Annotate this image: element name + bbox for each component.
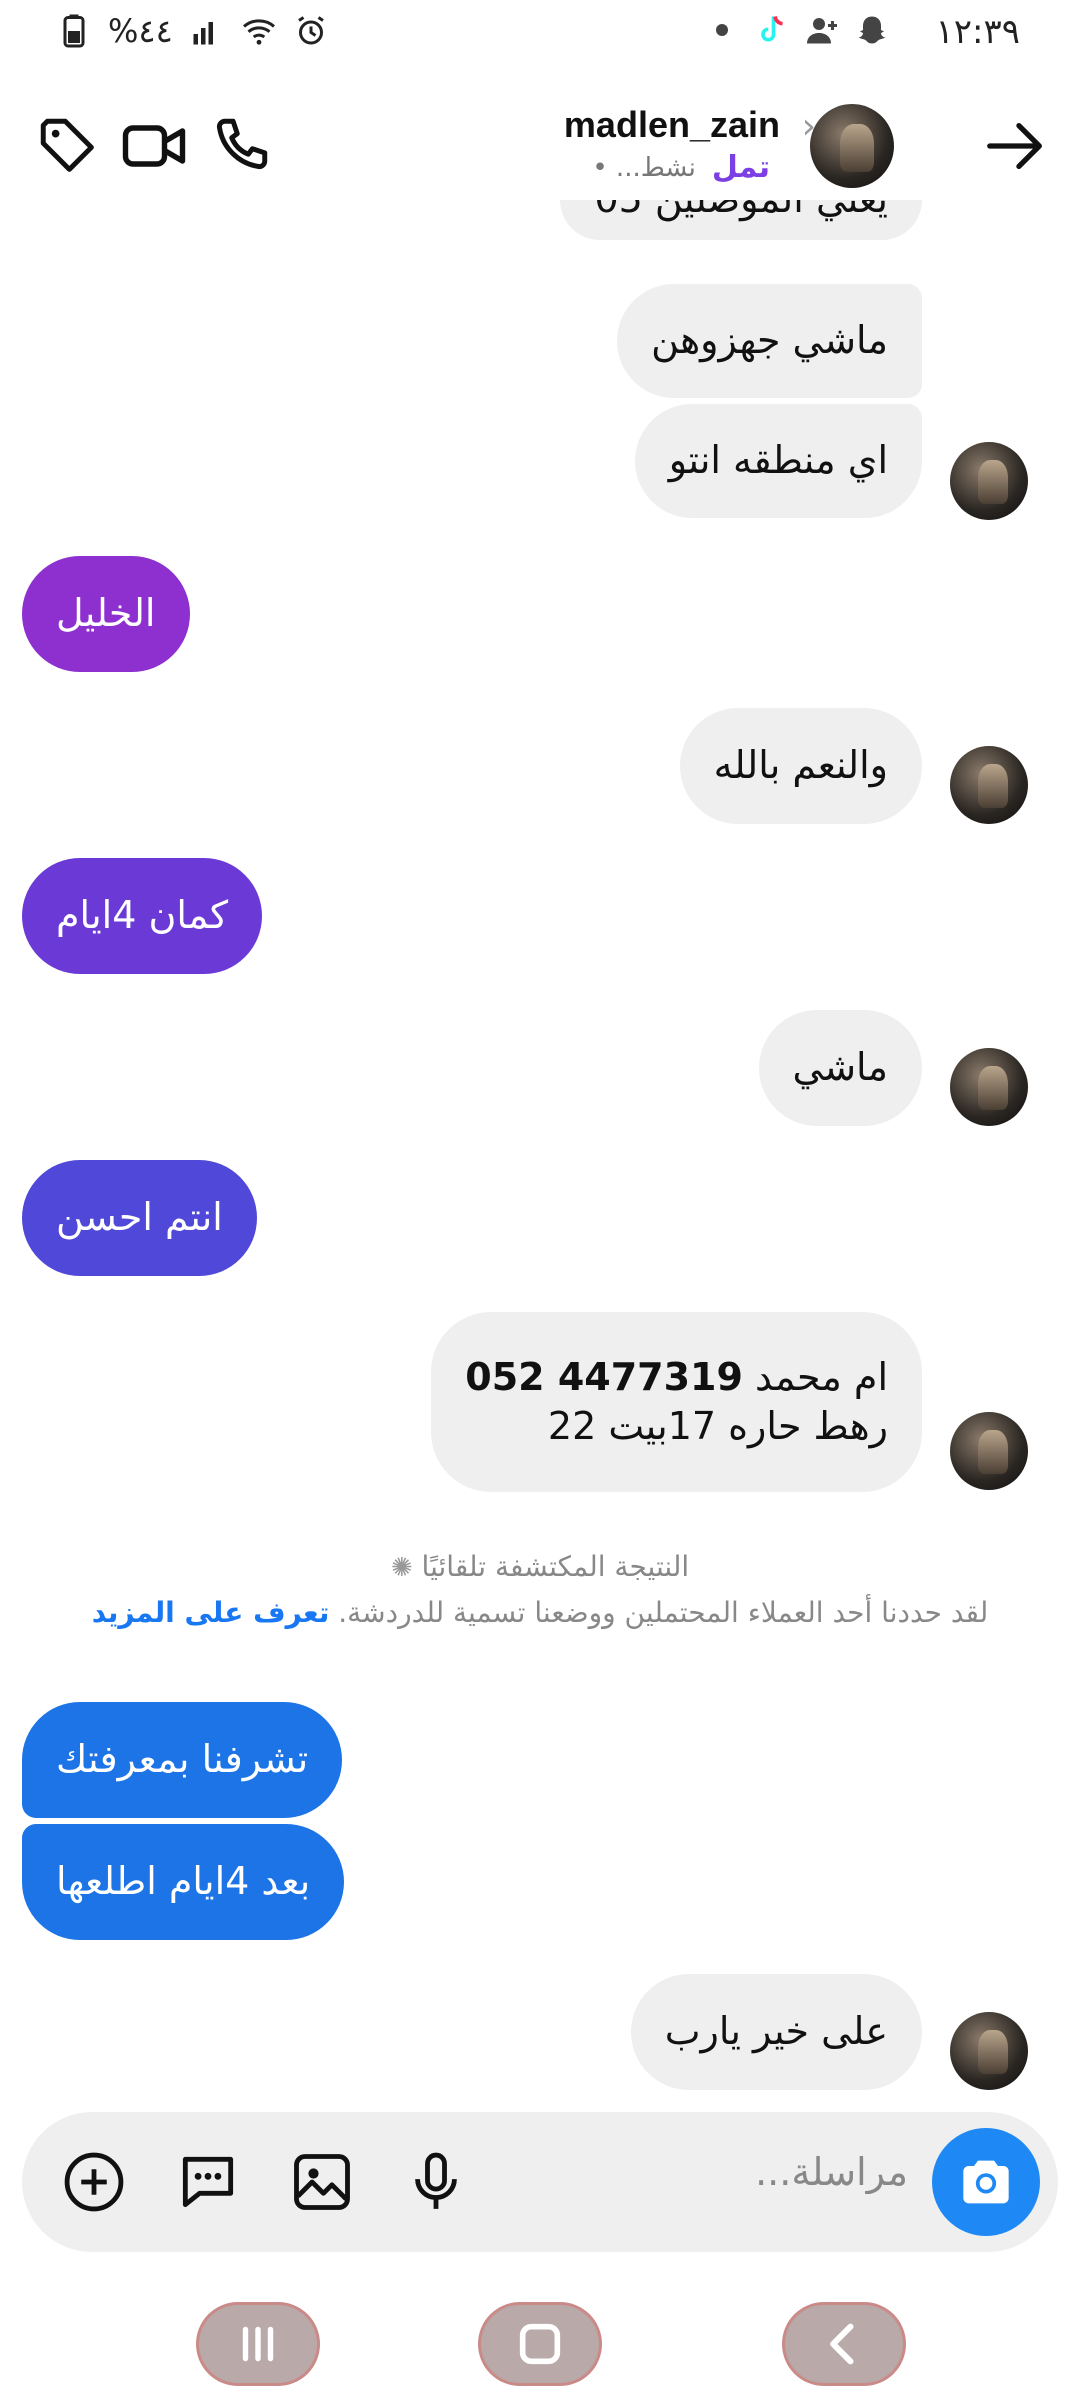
message-out[interactable]: بعد 4ايام اطلعها: [22, 1824, 345, 1940]
phone-icon: [216, 118, 268, 170]
add-button[interactable]: [58, 2146, 130, 2218]
message-in-address[interactable]: ام محمد 4477319 052 رهط حاره 17بيت 22: [431, 1312, 922, 1492]
tag-button[interactable]: [28, 106, 108, 186]
tiktok-icon: [761, 16, 783, 42]
message-text: والنعم بالله: [713, 743, 888, 788]
back-arrow-icon: [987, 122, 1042, 170]
message-text: تشرفنا بمعرفتك: [56, 1737, 309, 1782]
notification-dot-icon: [716, 24, 728, 36]
signal-icon: [193, 22, 213, 45]
system-nav-bar: [0, 2290, 1080, 2408]
recent-apps-button[interactable]: [196, 2302, 320, 2386]
message-composer: [22, 2112, 1058, 2252]
status-bar: %٤٤ ١٢:٣٩: [0, 0, 1080, 80]
status-time: ١٢:٣٩: [935, 12, 1020, 52]
camera-icon: [963, 2160, 1009, 2204]
sparkle-icon: ✺: [390, 1553, 413, 1583]
sender-avatar[interactable]: [950, 746, 1028, 824]
add-icon: [64, 2152, 124, 2212]
recent-apps-icon: [242, 2326, 274, 2362]
message-text: ماشي: [792, 1045, 888, 1090]
message-line-1: ام محمد 4477319 052: [465, 1354, 888, 1399]
sender-avatar[interactable]: [950, 2012, 1028, 2090]
sticker-icon: [182, 2156, 234, 2208]
message-out[interactable]: انتم احسن: [22, 1160, 257, 1276]
add-contact-icon: [807, 18, 837, 44]
message-thread[interactable]: يعني الموصلين 05 ماشي جهزوهن اي منطقه ان…: [0, 200, 1080, 2110]
active-status: نشط... •: [592, 152, 696, 183]
alarm-icon: [297, 16, 324, 45]
wifi-icon: [242, 19, 275, 45]
message-in[interactable]: ماشي جهزوهن: [617, 284, 922, 398]
sender-avatar[interactable]: [950, 1048, 1028, 1126]
audio-call-button[interactable]: [200, 106, 280, 186]
tag-icon: [40, 118, 94, 172]
message-input[interactable]: [608, 2150, 908, 2194]
message-out[interactable]: تشرفنا بمعرفتك: [22, 1702, 343, 1818]
message-text: على خير يارب: [664, 2009, 888, 2054]
home-icon: [519, 2323, 561, 2365]
header-subline: تمل نشط... •: [592, 150, 770, 185]
status-left: %٤٤: [56, 12, 329, 50]
gallery-icon: [294, 2154, 350, 2210]
snapchat-icon: [858, 16, 886, 44]
camera-button[interactable]: [932, 2128, 1040, 2236]
gallery-button[interactable]: [286, 2146, 358, 2218]
message-line-2: رهط حاره 17بيت 22: [547, 1404, 888, 1448]
home-button[interactable]: [478, 2302, 602, 2386]
message-text: بعد 4ايام اطلعها: [56, 1859, 311, 1904]
notice-title: النتيجة المكتشفة تلقائيًا ✺: [390, 1550, 690, 1583]
video-call-button[interactable]: [114, 106, 194, 186]
message-in[interactable]: يعني الموصلين 05: [560, 200, 922, 240]
video-icon: [122, 125, 186, 167]
message-in[interactable]: والنعم بالله: [679, 708, 922, 824]
message-text: ماشي جهزوهن: [651, 318, 888, 363]
message-in[interactable]: على خير يارب: [630, 1974, 922, 2090]
sticker-button[interactable]: [172, 2146, 244, 2218]
learn-more-link[interactable]: تعرف على المزيد: [92, 1596, 330, 1629]
header-avatar[interactable]: [810, 104, 894, 188]
message-in[interactable]: ماشي: [758, 1010, 922, 1126]
header-username[interactable]: madlen_zain: [564, 104, 780, 146]
message-text: كمان 4ايام: [56, 893, 229, 938]
message-text: الخليل: [56, 591, 156, 636]
message-out[interactable]: الخليل: [22, 556, 190, 672]
auto-detected-notice: النتيجة المكتشفة تلقائيًا ✺: [0, 1550, 1080, 1583]
back-button[interactable]: [976, 106, 1056, 186]
sender-avatar[interactable]: [950, 442, 1028, 520]
battery-icon: [63, 14, 85, 48]
message-text: يعني الموصلين 05: [594, 200, 888, 225]
back-nav-icon: [830, 2323, 854, 2365]
mic-icon: [415, 2152, 457, 2209]
chat-label-tag[interactable]: تمل: [712, 150, 770, 185]
message-text: انتم احسن: [56, 1195, 223, 1240]
message-in[interactable]: اي منطقه انتو: [634, 404, 922, 518]
chat-header: madlen_zain › تمل نشط... •: [0, 88, 1080, 208]
status-right-icons: [704, 12, 890, 48]
phone-number[interactable]: 4477319 052: [465, 1355, 743, 1399]
message-text: اي منطقه انتو: [668, 438, 888, 483]
sender-avatar[interactable]: [950, 1412, 1028, 1490]
notice-body: لقد حددنا أحد العملاء المحتملين ووضعنا ت…: [91, 1596, 989, 1629]
voice-button[interactable]: [400, 2146, 472, 2218]
back-nav-button[interactable]: [782, 2302, 906, 2386]
battery-percent: %٤٤: [108, 12, 173, 50]
message-out[interactable]: كمان 4ايام: [22, 858, 263, 974]
